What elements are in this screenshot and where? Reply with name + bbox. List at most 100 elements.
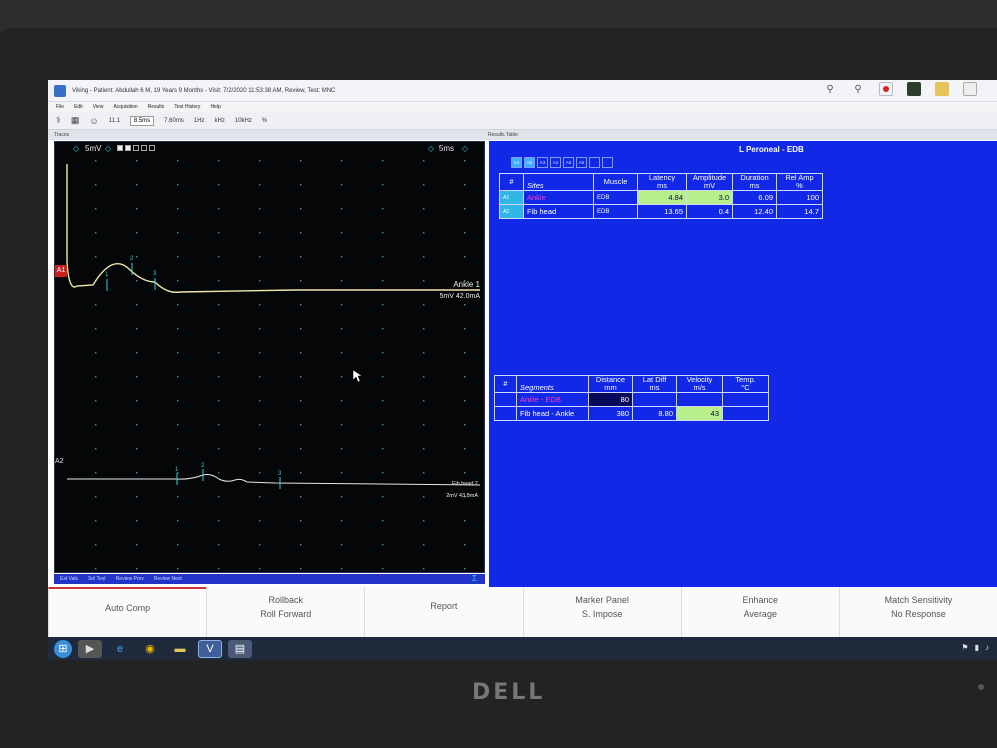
percent-control[interactable]: %: [262, 118, 267, 124]
trace-box[interactable]: [141, 145, 147, 151]
volume-icon[interactable]: ♪: [985, 643, 989, 652]
chrome-icon[interactable]: ◉: [138, 640, 162, 658]
report-button[interactable]: Report: [364, 587, 522, 637]
menu-acquisition[interactable]: Acquisition: [113, 104, 137, 110]
distance-value[interactable]: 380: [588, 406, 633, 421]
amplitude-value[interactable]: 0.4: [686, 204, 733, 219]
grid-dots: [95, 160, 466, 570]
rel-amp-value[interactable]: 100: [776, 190, 823, 205]
duration-value[interactable]: 6.09: [732, 190, 777, 205]
segment-name[interactable]: Fib head - Ankle: [516, 406, 589, 421]
lat-diff-value[interactable]: [632, 392, 677, 407]
filter-low[interactable]: 1Hz: [194, 118, 205, 124]
mode-tab[interactable]: A1: [511, 157, 522, 168]
sweep-up-icon[interactable]: ◇: [462, 144, 468, 153]
enhance-button[interactable]: Enhance Average: [680, 587, 839, 637]
document-icon[interactable]: [963, 82, 977, 96]
mode-tab[interactable]: A3: [537, 157, 548, 168]
duration-value[interactable]: 12.40: [732, 204, 777, 219]
muscle-name[interactable]: EDB: [593, 190, 638, 205]
rollback-button[interactable]: Rollback Roll Forward: [206, 587, 364, 637]
results-panel: L Peroneal - EDB A1 A2 A3 A4 A5 A6 # Sit…: [489, 141, 997, 587]
viking-taskbar-icon[interactable]: V: [198, 639, 222, 658]
change-user-icon[interactable]: ⚲: [851, 82, 865, 96]
mode-tab[interactable]: A6: [576, 157, 587, 168]
marker-panel-button[interactable]: Marker Panel S. Impose: [522, 587, 681, 637]
segment-name[interactable]: Ankle - EDB: [516, 392, 589, 407]
sweep-down-icon[interactable]: ◇: [428, 144, 434, 153]
trace-label-a1[interactable]: A1: [55, 265, 67, 277]
table-row[interactable]: Ankle - EDB 80: [494, 392, 769, 407]
row-index[interactable]: [494, 406, 517, 421]
report-taskbar-icon[interactable]: ▤: [228, 639, 252, 658]
mode-tab[interactable]: [602, 157, 613, 168]
mode-tab[interactable]: A5: [563, 157, 574, 168]
amplitude-value[interactable]: 3.0: [686, 190, 733, 205]
trace-box[interactable]: [133, 145, 139, 151]
tab-sel-test[interactable]: Sel Test: [88, 576, 106, 582]
patient-icon[interactable]: ☺: [89, 116, 98, 126]
trace-label-a2[interactable]: A2: [55, 458, 64, 465]
mode-tab[interactable]: A4: [550, 157, 561, 168]
layout-grid-icon[interactable]: [907, 82, 921, 96]
col-segments: Segments: [516, 375, 589, 393]
trace-selector[interactable]: [117, 145, 155, 151]
menu-results[interactable]: Results: [148, 104, 165, 110]
site-name[interactable]: Fib head: [523, 204, 594, 219]
table-row[interactable]: A2 Fib head EDB 13.65 0.4 12.40 14.7: [499, 204, 823, 219]
media-player-icon[interactable]: ▶: [78, 639, 102, 658]
sensitivity-down-icon[interactable]: ◇: [73, 144, 79, 153]
trace-box[interactable]: [117, 145, 123, 151]
latency-value[interactable]: 13.65: [637, 204, 687, 219]
row-index[interactable]: A2: [499, 204, 524, 219]
flag-icon[interactable]: ⚑: [961, 643, 968, 652]
match-sensitivity-button[interactable]: Match Sensitivity No Response: [838, 587, 997, 637]
trace1-marker-label: 2: [130, 256, 134, 262]
mode-tab[interactable]: [589, 157, 600, 168]
velocity-value[interactable]: 43: [676, 406, 723, 421]
auto-comp-button[interactable]: Auto Comp: [48, 587, 207, 637]
folder-icon[interactable]: [935, 82, 949, 96]
temp-value[interactable]: [722, 392, 769, 407]
table-row[interactable]: A1 Ankle EDB 4.84 3.0 6.09 100: [499, 190, 823, 205]
file-explorer-icon[interactable]: ▬: [168, 640, 192, 658]
tab-ext-vals[interactable]: Ext Vals: [60, 576, 78, 582]
sigma-icon[interactable]: Σ: [472, 574, 477, 583]
network-icon[interactable]: ▮: [975, 643, 979, 652]
menu-edit[interactable]: Edit: [74, 104, 83, 110]
sensitivity-up-icon[interactable]: ◇: [105, 144, 111, 153]
record-icon[interactable]: [879, 82, 893, 96]
trace2-waveform[interactable]: [67, 474, 481, 486]
menu-file[interactable]: File: [56, 104, 64, 110]
row-index[interactable]: A1: [499, 190, 524, 205]
trace-box[interactable]: [149, 145, 155, 151]
distance-value[interactable]: 80: [588, 392, 633, 407]
start-button-icon[interactable]: ⊞: [54, 639, 72, 658]
lat-diff-value[interactable]: 8.80: [632, 406, 677, 421]
sweep-select[interactable]: 8.5ms: [129, 115, 155, 126]
rel-amp-value[interactable]: 14.7: [776, 204, 823, 219]
waveform-panel[interactable]: 123123 ◇ 5mV ◇ ◇ 5ms ◇ A1 A2 Ankle 1 5mV…: [54, 141, 485, 573]
menu-help[interactable]: Help: [210, 104, 220, 110]
tab-review-next[interactable]: Review Next: [154, 576, 182, 582]
muscle-name[interactable]: EDB: [593, 204, 638, 219]
trace1-waveform[interactable]: [66, 164, 480, 293]
add-user-icon[interactable]: ⚲: [823, 82, 837, 96]
trace-box[interactable]: [125, 145, 131, 151]
site-name[interactable]: Ankle: [523, 190, 594, 205]
temp-value[interactable]: [722, 406, 769, 421]
row-index[interactable]: [494, 392, 517, 407]
table-row[interactable]: Fib head - Ankle 380 8.80 43: [494, 406, 769, 421]
menu-test-history[interactable]: Test History: [174, 104, 200, 110]
menu-view[interactable]: View: [93, 104, 104, 110]
stimulator-icon[interactable]: ⚕: [56, 115, 61, 126]
internet-explorer-icon[interactable]: e: [108, 640, 132, 658]
velocity-value[interactable]: [676, 392, 723, 407]
amplifier-icon[interactable]: ▦: [71, 115, 80, 126]
mode-tab[interactable]: A2: [524, 157, 535, 168]
waveform-canvas[interactable]: 123123: [55, 142, 486, 574]
filter-mid[interactable]: kHz: [215, 118, 225, 124]
tab-review-prev[interactable]: Review Prev: [116, 576, 144, 582]
filter-high[interactable]: 10kHz: [235, 118, 252, 124]
latency-value[interactable]: 4.84: [637, 190, 687, 205]
